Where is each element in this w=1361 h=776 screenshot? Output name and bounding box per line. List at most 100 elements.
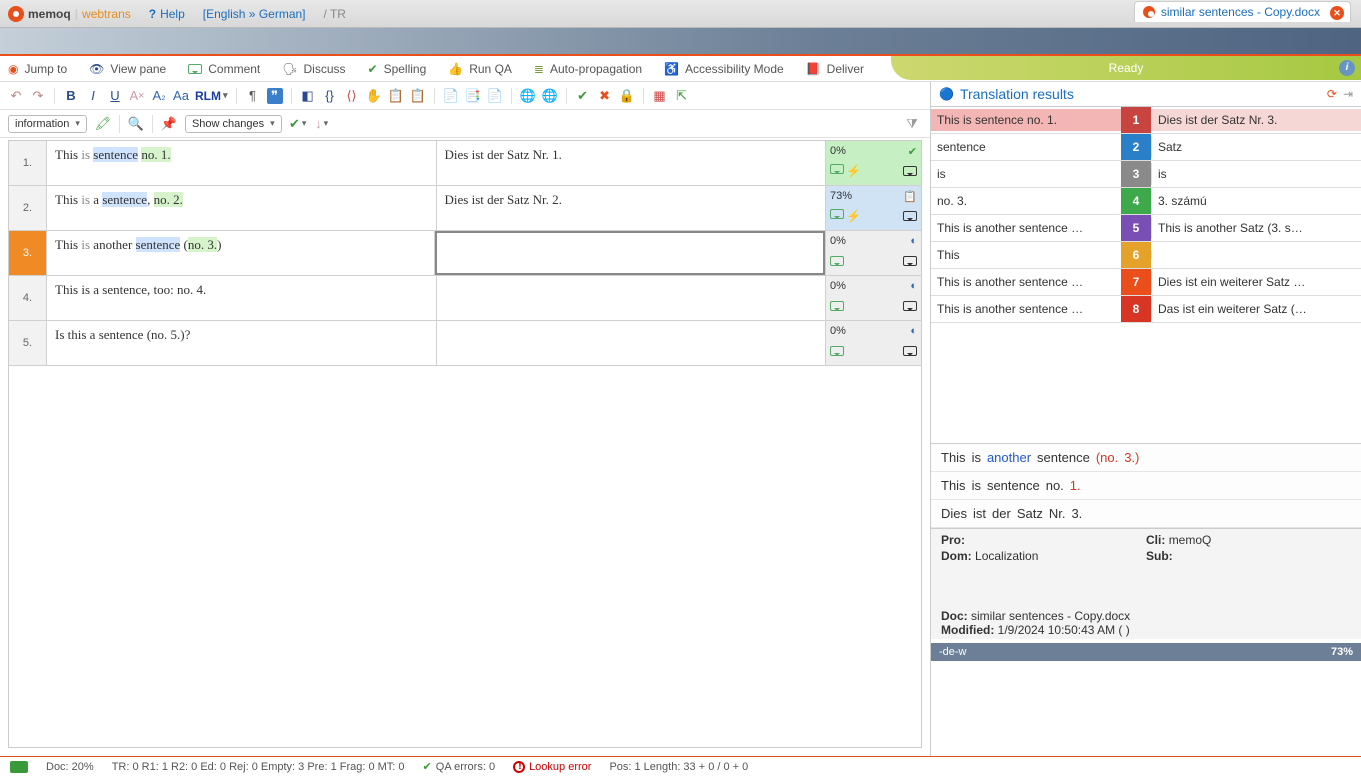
comment-icon[interactable]: [830, 209, 844, 219]
show-changes-select[interactable]: Show changes: [185, 115, 282, 133]
clipboard-icon[interactable]: 📋: [388, 88, 404, 104]
result-row[interactable]: is3is: [931, 161, 1361, 188]
view-pane-button[interactable]: 👁View pane: [89, 62, 166, 76]
tag-icon-2[interactable]: {}: [322, 88, 338, 104]
document-tab[interactable]: similar sentences - Copy.docx ✕: [1134, 1, 1351, 22]
note-icon[interactable]: [903, 256, 917, 266]
comment-icon[interactable]: [830, 346, 844, 356]
quote-icon[interactable]: ❞: [267, 88, 283, 104]
case-icon[interactable]: Aa: [173, 88, 189, 104]
clear-format-icon[interactable]: A×: [129, 88, 145, 104]
globe2-icon[interactable]: 🌐: [542, 88, 558, 104]
result-row[interactable]: This is another sentence …5This is anoth…: [931, 215, 1361, 242]
segment-source[interactable]: This is sentence no. 1.: [47, 141, 437, 185]
note-icon[interactable]: [903, 301, 917, 311]
modified-label: Modified:: [941, 623, 994, 637]
sort-icon[interactable]: ↓: [314, 116, 330, 132]
info-icon[interactable]: i: [1339, 60, 1355, 76]
segment-target[interactable]: [437, 321, 826, 365]
segment-source[interactable]: Is this a sentence (no. 5.)?: [47, 321, 437, 365]
stack-icon: ≣: [534, 62, 544, 76]
segment-target[interactable]: Dies ist der Satz Nr. 1.: [437, 141, 826, 185]
segment-row[interactable]: 1.This is sentence no. 1.Dies ist der Sa…: [9, 141, 921, 186]
note-icon[interactable]: [903, 211, 917, 221]
bold-icon[interactable]: B: [63, 88, 79, 104]
segment-source[interactable]: This is a sentence, no. 2.: [47, 186, 437, 230]
accessibility-button[interactable]: ♿Accessibility Mode: [664, 62, 784, 76]
accept-changes-icon[interactable]: ✔: [290, 116, 306, 132]
tm-match-bar: -de-w 73%: [931, 643, 1361, 661]
spelling-button[interactable]: ✔Spelling: [368, 62, 427, 76]
sb-lookup-error[interactable]: Lookup error: [513, 761, 591, 773]
globe-icon[interactable]: 🌐: [520, 88, 536, 104]
comment-button[interactable]: Comment: [188, 62, 260, 76]
close-icon[interactable]: ✕: [1330, 6, 1344, 20]
confirm-icon[interactable]: ✔: [575, 88, 591, 104]
result-row[interactable]: This is another sentence …8Das ist ein w…: [931, 296, 1361, 323]
segment-row[interactable]: 4.This is a sentence, too: no. 4.0%◐: [9, 276, 921, 321]
note-icon[interactable]: [903, 346, 917, 356]
segment-row[interactable]: 5.Is this a sentence (no. 5.)?0%◐: [9, 321, 921, 366]
result-number: 4: [1121, 188, 1151, 214]
copy2-icon[interactable]: 📑: [465, 88, 481, 104]
spelling-label: Spelling: [384, 62, 427, 76]
connection-icon: [10, 761, 28, 773]
tag-icon-3[interactable]: ⟨⟩: [344, 88, 360, 104]
segment-target[interactable]: [435, 231, 826, 275]
result-row[interactable]: no. 3.43. számú: [931, 188, 1361, 215]
doc-modified-info: Doc: similar sentences - Copy.docx Modif…: [931, 607, 1361, 639]
result-row[interactable]: This is sentence no. 1.1Dies ist der Sat…: [931, 107, 1361, 134]
search-icon[interactable]: 🔍: [128, 116, 144, 132]
note-icon[interactable]: [903, 166, 917, 176]
pilcrow-icon[interactable]: ¶: [245, 88, 261, 104]
doc-tab-icon: [1143, 6, 1155, 18]
grid-icon[interactable]: ▦: [652, 88, 668, 104]
result-row[interactable]: sentence2Satz: [931, 134, 1361, 161]
segment-source[interactable]: This is another sentence (no. 3.): [47, 231, 435, 275]
deliver-button[interactable]: 📕Deliver: [806, 62, 864, 76]
segment-source[interactable]: This is a sentence, too: no. 4.: [47, 276, 437, 320]
results-list: This is sentence no. 1.1Dies ist der Sat…: [931, 107, 1361, 323]
tag-icon-1[interactable]: ◧: [300, 88, 316, 104]
filter-select[interactable]: information: [8, 115, 87, 133]
result-row[interactable]: This6: [931, 242, 1361, 269]
run-qa-button[interactable]: 👍Run QA: [448, 62, 512, 76]
copy3-icon[interactable]: 📄: [487, 88, 503, 104]
comment-icon[interactable]: [830, 164, 844, 174]
refresh-icon[interactable]: ⟳: [1327, 87, 1337, 101]
undo-icon[interactable]: ↶: [8, 88, 24, 104]
segment-target[interactable]: Dies ist der Satz Nr. 2.: [437, 186, 826, 230]
underline-icon[interactable]: U: [107, 88, 123, 104]
redo-icon[interactable]: ↷: [30, 88, 46, 104]
result-row[interactable]: This is another sentence …7Dies ist ein …: [931, 269, 1361, 296]
sub-label: Sub:: [1146, 549, 1173, 563]
rlm-button[interactable]: RLM: [195, 89, 228, 103]
lock-icon[interactable]: 🔒: [619, 88, 635, 104]
copy-icon[interactable]: 📄: [443, 88, 459, 104]
segment-number: 3.: [9, 231, 47, 275]
help-link[interactable]: ? Help: [149, 7, 185, 21]
auto-propagation-button[interactable]: ≣Auto-propagation: [534, 62, 642, 76]
jump-to-button[interactable]: ◉Jump to: [8, 62, 67, 76]
highlighter-icon[interactable]: 🖍: [95, 116, 111, 132]
segment-target[interactable]: [437, 276, 826, 320]
clipboard2-icon[interactable]: 📋: [410, 88, 426, 104]
comment-icon[interactable]: [830, 256, 844, 266]
reject-icon[interactable]: ✖: [597, 88, 613, 104]
language-pair[interactable]: [English » German]: [203, 7, 306, 21]
subscript-icon[interactable]: A₂: [151, 88, 167, 104]
comment-icon[interactable]: [830, 301, 844, 311]
segment-row[interactable]: 3.This is another sentence (no. 3.)0%◐: [9, 231, 921, 276]
runqa-label: Run QA: [469, 62, 512, 76]
tag-icon-4[interactable]: ✋: [366, 88, 382, 104]
export-icon[interactable]: ⇱: [674, 88, 690, 104]
italic-icon[interactable]: I: [85, 88, 101, 104]
segment-row[interactable]: 2.This is a sentence, no. 2.Dies ist der…: [9, 186, 921, 231]
results-icon: 🔵: [939, 87, 954, 101]
funnel-icon[interactable]: ⧩: [904, 116, 920, 132]
pin-icon[interactable]: 📌: [161, 116, 177, 132]
compare-target-match: DiesistderSatzNr.3.: [931, 500, 1361, 528]
collapse-icon[interactable]: ⇥: [1343, 87, 1353, 101]
toolbar-row-1: ↶ ↷ B I U A× A₂ Aa RLM ¶ ❞ ◧ {} ⟨⟩ ✋ �: [0, 82, 930, 110]
discuss-button[interactable]: 🗣Discuss: [282, 62, 345, 76]
